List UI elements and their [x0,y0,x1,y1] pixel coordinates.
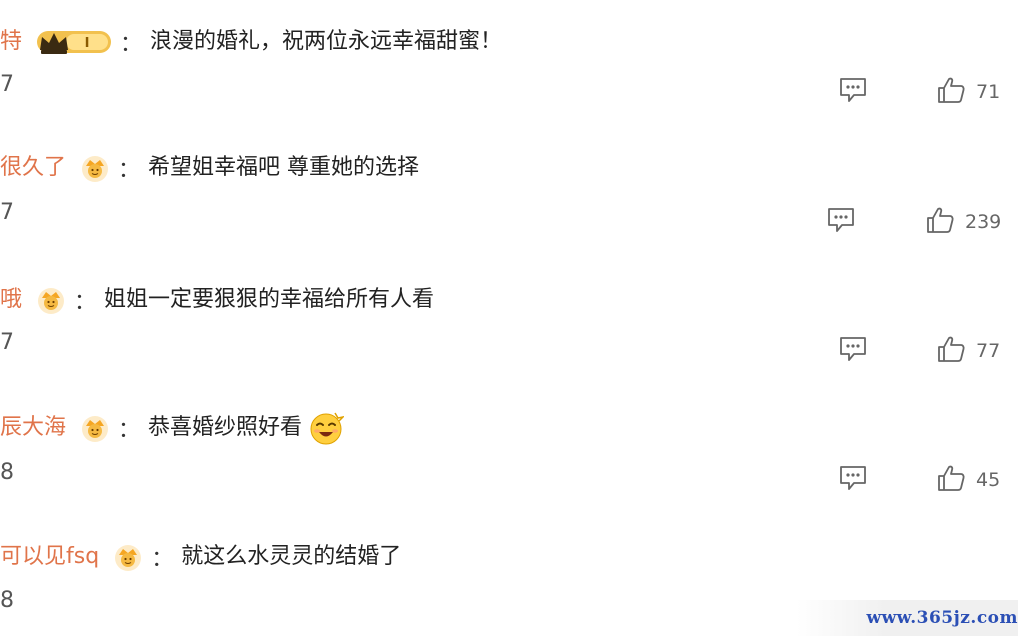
fan-badge-icon[interactable] [80,153,110,183]
thumbs-up-icon [936,335,966,367]
reply-button[interactable] [838,76,868,108]
comment-feed: 特 I ： 浪漫的婚礼，祝两位永远幸福甜蜜！ 7 71 很久了 ： 希望姐幸福吧… [0,0,1030,642]
fan-badge-icon[interactable] [36,285,66,315]
wink-emoji-icon [308,410,345,446]
comment-separator: ： [118,418,141,443]
comment-meta: 7 [0,330,14,355]
like-button[interactable]: 45 [936,464,1000,496]
like-count: 77 [976,340,1001,362]
thumbs-up-icon [936,76,966,108]
comment-text: 就这么水灵灵的结婚了 [181,544,402,569]
fan-badge-icon[interactable] [113,542,143,572]
crown-level-badge-icon[interactable]: I [36,28,112,56]
comment-icon [838,464,868,496]
comment-meta: 7 [0,72,14,97]
comment-separator: ： [120,32,143,57]
comment-username[interactable]: 可以见fsq [0,537,99,577]
comment-separator: ： [151,547,174,572]
comment-header: 哦 ： 姐姐一定要狠狠的幸福给所有人看 [0,280,434,320]
reply-button[interactable] [826,206,856,238]
comment-separator: ： [74,290,97,315]
comment-text: 恭喜婚纱照好看 [148,415,303,440]
badge-level-text: I [85,36,90,51]
comment-username[interactable]: 哦 [0,280,22,320]
comment-meta: 8 [0,588,14,613]
like-count: 239 [965,211,1002,233]
thumbs-up-icon [925,206,955,238]
comment-header: 辰大海 ： 恭喜婚纱照好看 [0,408,345,448]
reply-button[interactable] [838,464,868,496]
comment-username[interactable]: 辰大海 [0,408,66,448]
like-count: 45 [976,469,1001,491]
like-button[interactable]: 71 [936,76,1000,108]
comment-header: 可以见fsq ： 就这么水灵灵的结婚了 [0,537,401,577]
comment-text: 姐姐一定要狠狠的幸福给所有人看 [104,287,435,312]
fan-badge-icon[interactable] [80,413,110,443]
comment-header: 很久了 ： 希望姐幸福吧 尊重她的选择 [0,148,419,188]
like-button[interactable]: 239 [925,206,1001,238]
reply-button[interactable] [838,335,868,367]
comment-meta: 7 [0,200,14,225]
like-count: 71 [976,81,1001,103]
comment-username[interactable]: 很久了 [0,148,66,188]
comment-text: 希望姐幸福吧 尊重她的选择 [148,155,420,180]
comment-icon [826,206,856,238]
site-watermark: www.365jz.com [796,600,1018,636]
comment-icon [838,335,868,367]
comment-text: 浪漫的婚礼，祝两位永远幸福甜蜜！ [150,29,503,54]
like-button[interactable]: 77 [936,335,1000,367]
comment-header: 特 I ： 浪漫的婚礼，祝两位永远幸福甜蜜！ [0,22,502,62]
comment-icon [838,76,868,108]
comment-username[interactable]: 特 [0,22,22,62]
comment-separator: ： [118,158,141,183]
thumbs-up-icon [936,464,966,496]
comment-meta: 8 [0,460,14,485]
